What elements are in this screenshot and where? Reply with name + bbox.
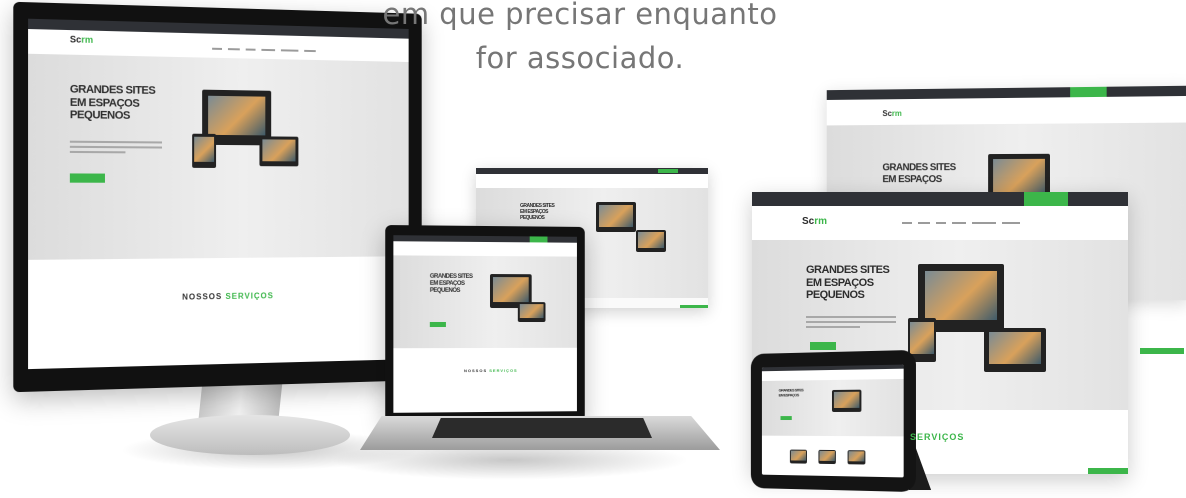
hero-description — [70, 141, 162, 157]
hero-button — [70, 173, 105, 182]
hero-laptop-image — [259, 136, 298, 166]
laptop-screen-frame: GRANDES SITES EM ESPAÇOS PEQUENOS NOSSOS… — [385, 225, 585, 423]
caption: em que precisar enquanto for associado. — [300, 0, 860, 80]
edge-green-strip — [1140, 348, 1184, 354]
caption-line-2: for associado. — [300, 36, 860, 80]
hero-title: GRANDES SITES EM ESPAÇOS PEQUENOS — [70, 83, 155, 123]
front-right-hero-title: GRANDES SITES EM ESPAÇOS PEQUENOS — [806, 264, 889, 302]
tablet-body: GRANDES SITES EM ESPAÇOS — [751, 350, 916, 492]
tablet-services-title: SERVIÇOS — [910, 432, 964, 442]
middle-hero-title: GRANDES SITES EM ESPAÇOS PEQUENOS — [520, 204, 554, 221]
services-title: NOSSOS SERVIÇOS — [182, 291, 274, 301]
laptop-keyboard — [432, 418, 652, 438]
laptop-website: GRANDES SITES EM ESPAÇOS PEQUENOS NOSSOS… — [393, 235, 577, 413]
site-services — [28, 256, 409, 369]
hero-tablet-image — [192, 134, 216, 168]
caption-line-1: em que precisar enquanto — [300, 0, 860, 36]
tablet-website: GRANDES SITES EM ESPAÇOS — [762, 365, 904, 478]
monitor-stand-base — [150, 415, 350, 455]
site-logo: Scrm — [70, 34, 93, 45]
